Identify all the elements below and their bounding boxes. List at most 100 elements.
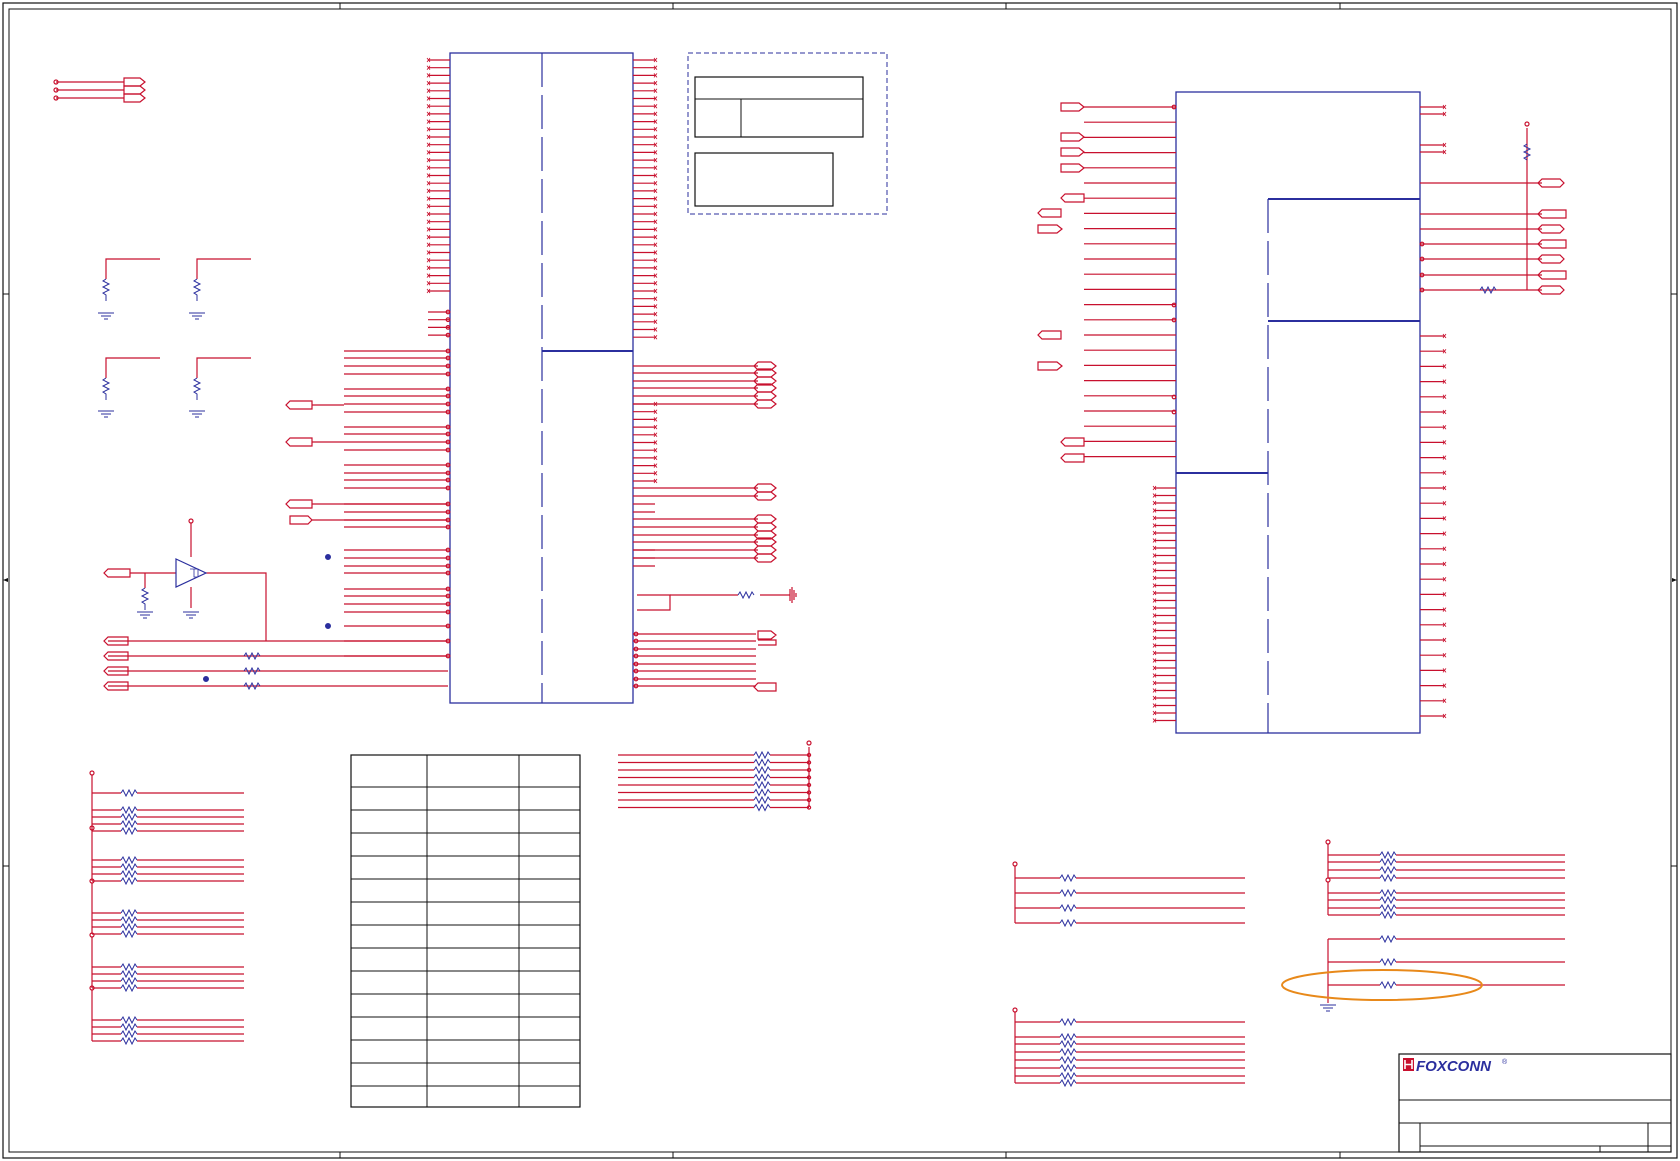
resistor-group <box>1012 861 1245 928</box>
port-flag-icon <box>1537 209 1567 219</box>
pin-dot <box>89 770 95 776</box>
port-flag-icon <box>1060 132 1085 142</box>
buffer-circuit <box>103 518 267 641</box>
resistor-icon <box>120 1036 138 1046</box>
foxconn-logo-icon: FOXCONN ® <box>1403 1058 1508 1075</box>
config-table <box>350 754 581 1108</box>
resistor-icon <box>120 805 138 815</box>
resistor-icon <box>1059 1032 1077 1042</box>
resistor-array <box>89 770 244 836</box>
resistor-icon <box>1059 1017 1077 1027</box>
pulldown-resistors <box>98 258 251 418</box>
resistor-icon <box>1059 1063 1077 1073</box>
port-flag-icon <box>1060 437 1085 447</box>
resistor-array <box>89 825 244 886</box>
resistor-icon <box>1379 934 1397 944</box>
resistor-icon <box>120 876 138 886</box>
pin-dot <box>1325 839 1331 845</box>
resistor-icon <box>120 1022 138 1032</box>
pin-dot <box>1012 1007 1018 1013</box>
port-flag-icon <box>753 682 777 692</box>
resistor-array <box>89 985 244 1046</box>
resistor-icon <box>120 922 138 932</box>
port-flag-icon <box>1537 239 1567 249</box>
pin-dot <box>1325 877 1331 883</box>
resistor-icon <box>753 803 771 812</box>
port-flag-icon <box>1037 330 1062 340</box>
company-name: FOXCONN <box>1416 1058 1492 1075</box>
resistor-group <box>1325 877 1565 920</box>
resistor-icon <box>1379 895 1397 905</box>
resistor-icon <box>1379 857 1397 867</box>
resistor-icon <box>120 983 138 993</box>
main-chip <box>344 52 658 704</box>
resistor-icon <box>120 812 138 822</box>
resistor-icon <box>753 795 771 805</box>
resistor-icon <box>753 788 771 797</box>
resistor-icon <box>1059 903 1077 913</box>
pin-dot <box>1171 394 1177 400</box>
resistor-icon <box>120 1015 138 1025</box>
resistor-array <box>89 878 244 939</box>
series-resistors-left <box>203 554 331 691</box>
pin-dot <box>89 932 95 938</box>
top-left-ports <box>53 77 146 103</box>
chip2-output-ports <box>1419 121 1567 295</box>
resistor-icon <box>120 962 138 972</box>
resistor-icon <box>753 780 771 790</box>
resistor-icon <box>753 765 771 775</box>
note-box <box>687 52 888 215</box>
resistor-icon <box>753 758 771 767</box>
resistor-icon <box>1379 957 1397 967</box>
resistor-icon <box>1379 865 1397 875</box>
schematic-sheet: FOXCONN ® <box>2 2 1678 1159</box>
resistor-icon <box>120 908 138 918</box>
resistor-group <box>1012 1007 1245 1088</box>
resistor-icon <box>120 826 138 836</box>
resistor-icon <box>1379 903 1397 913</box>
resistor-icon <box>120 1029 138 1039</box>
resistor-icon <box>120 819 138 829</box>
buffer-gate-icon <box>175 558 208 588</box>
resistor-icon <box>1379 980 1397 990</box>
resistor-array <box>89 932 244 993</box>
resistor-icon <box>1379 910 1397 920</box>
title-block: FOXCONN ® <box>1398 1053 1672 1153</box>
pin-dot <box>1171 409 1177 415</box>
resistor-icon <box>1379 850 1397 860</box>
resistor-icon <box>1059 1039 1077 1049</box>
resistor-icon <box>1059 918 1077 928</box>
registered-mark: ® <box>1502 1058 1508 1066</box>
resistor-icon <box>1379 888 1397 898</box>
resistor-icon <box>1059 1047 1077 1057</box>
resistor-network-center <box>618 740 812 812</box>
resistor-icon <box>120 869 138 879</box>
resistor-icon <box>120 929 138 939</box>
port-flag-icon <box>757 630 777 646</box>
main-chip-right-extra <box>637 587 797 611</box>
port-flag-icon <box>1060 193 1085 203</box>
resistor-groups-right <box>1012 839 1565 1088</box>
pin-dot <box>1012 861 1018 867</box>
second-chip <box>1037 91 1447 734</box>
resistor-arrays-left <box>89 770 244 1046</box>
resistor-icon <box>120 976 138 986</box>
resistor-icon <box>753 773 771 782</box>
resistor-icon <box>1379 873 1397 883</box>
resistor-icon <box>1059 888 1077 898</box>
port-flag-icon <box>1060 147 1085 157</box>
table-frame <box>350 754 581 1108</box>
resistor-icon <box>120 969 138 979</box>
port-flag-icon <box>1037 224 1063 234</box>
port-flag-icon <box>1060 102 1085 112</box>
port-flag-icon <box>1537 270 1567 280</box>
port-flag-icon <box>1060 453 1085 463</box>
resistor-icon <box>753 750 771 760</box>
resistor-icon <box>120 788 138 798</box>
main-chip-left-nets <box>103 400 448 691</box>
resistor-group <box>1325 839 1565 883</box>
resistor-icon <box>120 862 138 872</box>
port-flag-icon <box>1037 361 1063 371</box>
port-flag-icon <box>1037 208 1062 218</box>
resistor-icon <box>120 915 138 925</box>
